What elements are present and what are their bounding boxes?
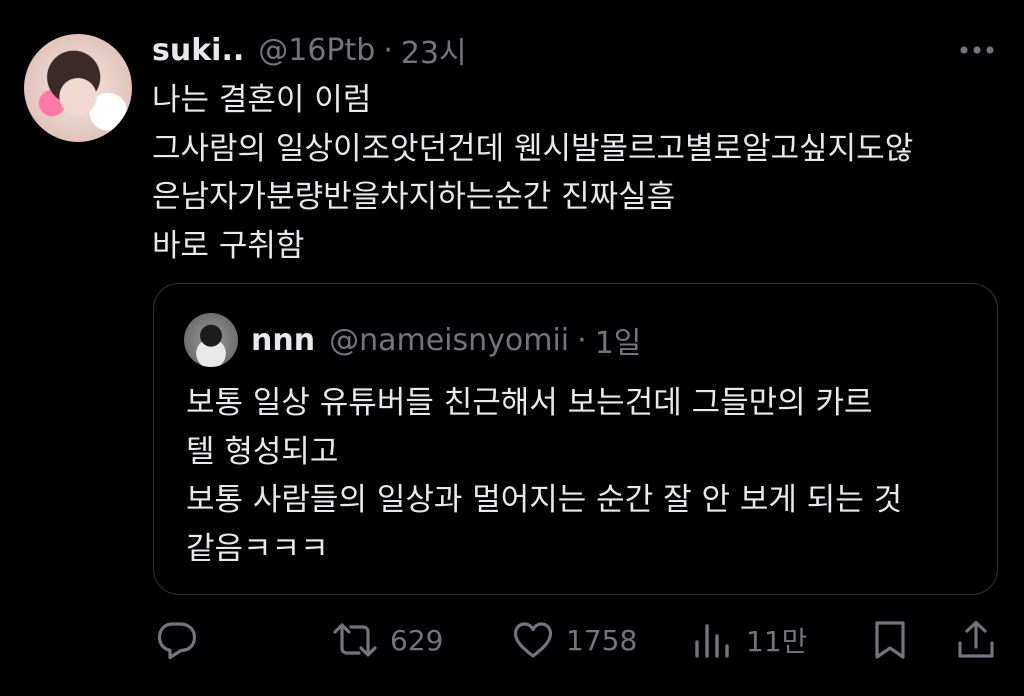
reply-button[interactable] xyxy=(156,612,198,668)
quoted-tweet[interactable]: nnn @nameisnyomii · 1일 보통 일상 유튜버들 친근해서 보… xyxy=(153,283,998,595)
quoted-tweet-header: nnn @nameisnyomii · 1일 xyxy=(251,318,641,362)
quoted-text-line: 텔 형성되고 xyxy=(186,433,339,470)
reply-icon xyxy=(157,622,197,660)
tweet-text-line: 은남자가분량반을차지하는순간 진짜실흠 xyxy=(152,179,676,215)
more-dots-icon xyxy=(960,46,994,54)
share-button[interactable] xyxy=(956,612,996,668)
tweet-text: 나는 결혼이 이럼 그사람의 일상이조앗던건데 웬시발몰르고별로알고싶지도않 은… xyxy=(152,76,1012,270)
quoted-author-avatar[interactable] xyxy=(184,313,238,367)
like-count: 1758 xyxy=(566,623,638,657)
views-button[interactable]: 11만 xyxy=(692,612,807,668)
quoted-text-line: 같음ㅋㅋㅋ xyxy=(186,530,329,567)
quoted-author-handle: @nameisnyomii xyxy=(329,322,570,358)
retweet-icon xyxy=(333,623,377,657)
author-handle[interactable]: @16Ptb xyxy=(258,33,375,68)
views-count: 11만 xyxy=(746,625,808,658)
author-avatar[interactable] xyxy=(24,34,132,142)
tweet-header: suki.. @16Ptb · 23시 xyxy=(152,28,467,72)
quoted-tweet-text: 보통 일상 유튜버들 친근해서 보는건데 그들만의 카르 텔 형성되고 보통 사… xyxy=(186,379,976,573)
quoted-header-separator: · xyxy=(577,322,587,358)
retweet-count: 629 xyxy=(390,623,444,657)
like-button[interactable]: 1758 xyxy=(512,612,637,668)
share-icon xyxy=(958,620,994,658)
quoted-text-line: 보통 사람들의 일상과 멀어지는 순간 잘 안 보게 되는 것 xyxy=(186,482,903,518)
tweet-text-line: 바로 구취함 xyxy=(152,227,305,264)
author-display-name[interactable]: suki.. xyxy=(152,33,244,68)
header-separator: · xyxy=(383,32,393,68)
retweet-button[interactable]: 629 xyxy=(332,612,443,668)
quoted-tweet-timestamp: 1일 xyxy=(594,326,642,361)
bookmark-icon xyxy=(875,621,905,659)
tweet-text-line: 그사람의 일상이조앗던건데 웬시발몰르고별로알고싶지도않 xyxy=(152,130,914,167)
views-icon xyxy=(695,624,729,658)
heart-icon xyxy=(513,622,553,658)
tweet[interactable]: suki.. @16Ptb · 23시 나는 결혼이 이럼 그사람의 일상이조앗… xyxy=(0,0,1024,696)
quoted-author-display-name: nnn xyxy=(251,322,316,358)
more-options-button[interactable] xyxy=(958,36,998,64)
bookmark-button[interactable] xyxy=(872,612,908,668)
tweet-text-line: 나는 결혼이 이럼 xyxy=(152,82,372,118)
action-bar: 629 1758 11만 xyxy=(0,612,1024,668)
quoted-text-line: 보통 일상 유튜버들 친근해서 보는건데 그들만의 카르 xyxy=(186,385,873,421)
tweet-timestamp[interactable]: 23시 xyxy=(401,28,467,72)
